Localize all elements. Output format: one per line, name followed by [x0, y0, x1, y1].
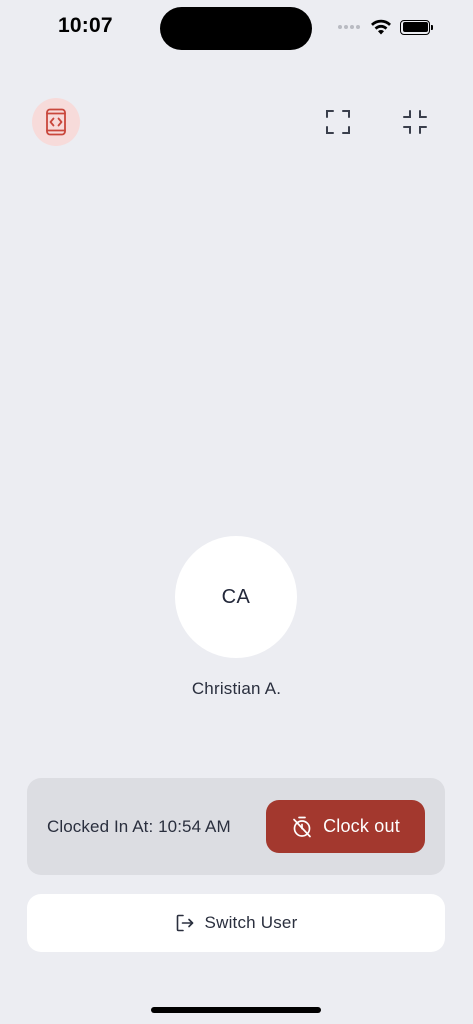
status-time: 10:07: [58, 14, 113, 37]
logout-icon: [176, 914, 193, 932]
screen: 10:07 CA Christian A. Clocked In At: 10:…: [0, 0, 473, 1024]
clock-out-button[interactable]: Clock out: [266, 800, 425, 853]
clock-card: Clocked In At: 10:54 AM Clock out: [27, 778, 445, 875]
clock-out-label: Clock out: [323, 816, 400, 836]
signal-icon: [338, 25, 360, 29]
timer-off-icon: [293, 816, 311, 837]
wifi-icon: [371, 19, 391, 35]
avatar-initials: CA: [221, 585, 251, 608]
clocked-in-text: Clocked In At: 10:54 AM: [47, 817, 231, 836]
expand-button[interactable]: [322, 106, 354, 138]
status-icons: [338, 16, 433, 38]
battery-icon: [400, 19, 433, 35]
dynamic-island: [160, 7, 312, 50]
user-name: Christian A.: [191, 679, 282, 698]
avatar: CA: [175, 536, 297, 658]
switch-user-button[interactable]: Switch User: [27, 894, 445, 952]
shrink-icon: [403, 110, 427, 134]
expand-icon: [326, 110, 350, 134]
mobile-code-button[interactable]: [32, 98, 80, 146]
shrink-button[interactable]: [399, 106, 431, 138]
switch-user-label: Switch User: [204, 913, 298, 932]
home-indicator[interactable]: [151, 1007, 321, 1013]
mobile-code-icon: [46, 108, 66, 136]
